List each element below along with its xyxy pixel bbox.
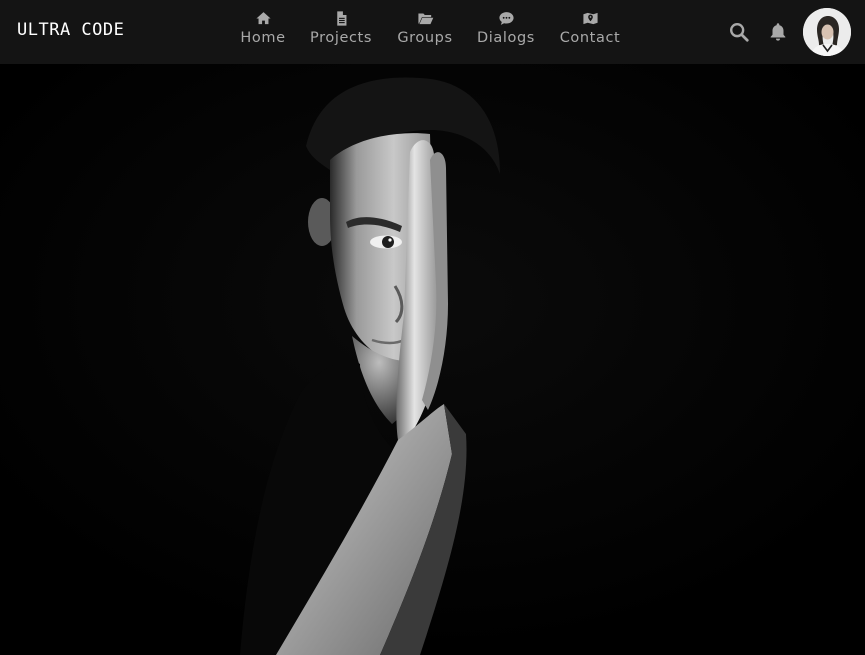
- nav-item-dialogs[interactable]: Dialogs: [476, 10, 536, 54]
- folder-open-icon: [417, 13, 433, 25]
- document-icon: [336, 11, 346, 26]
- nav-item-projects[interactable]: Projects: [309, 10, 373, 54]
- nav-item-label: Groups: [397, 30, 453, 46]
- hero-section: [0, 64, 865, 655]
- nav-item-label: Home: [240, 30, 286, 46]
- avatar-photo: [803, 8, 851, 56]
- nav-item-groups[interactable]: Groups: [396, 10, 454, 54]
- search-icon: [730, 23, 749, 42]
- nav-item-label: Projects: [310, 30, 372, 46]
- hero-portrait-image: [0, 64, 865, 655]
- notifications-button[interactable]: [767, 21, 789, 43]
- search-button[interactable]: [728, 21, 750, 43]
- home-icon: [255, 12, 271, 25]
- nav-item-contact[interactable]: Contact: [559, 10, 621, 54]
- nav-item-home[interactable]: Home: [240, 10, 286, 54]
- bell-icon: [770, 23, 786, 41]
- top-navbar: ULTRA CODE Home Projects Groups Dialogs …: [0, 0, 865, 64]
- map-marker-icon: [582, 12, 598, 25]
- nav-item-label: Dialogs: [477, 30, 535, 46]
- user-avatar[interactable]: [803, 8, 851, 56]
- chat-bubble-icon: [498, 12, 514, 25]
- nav-item-label: Contact: [559, 30, 621, 46]
